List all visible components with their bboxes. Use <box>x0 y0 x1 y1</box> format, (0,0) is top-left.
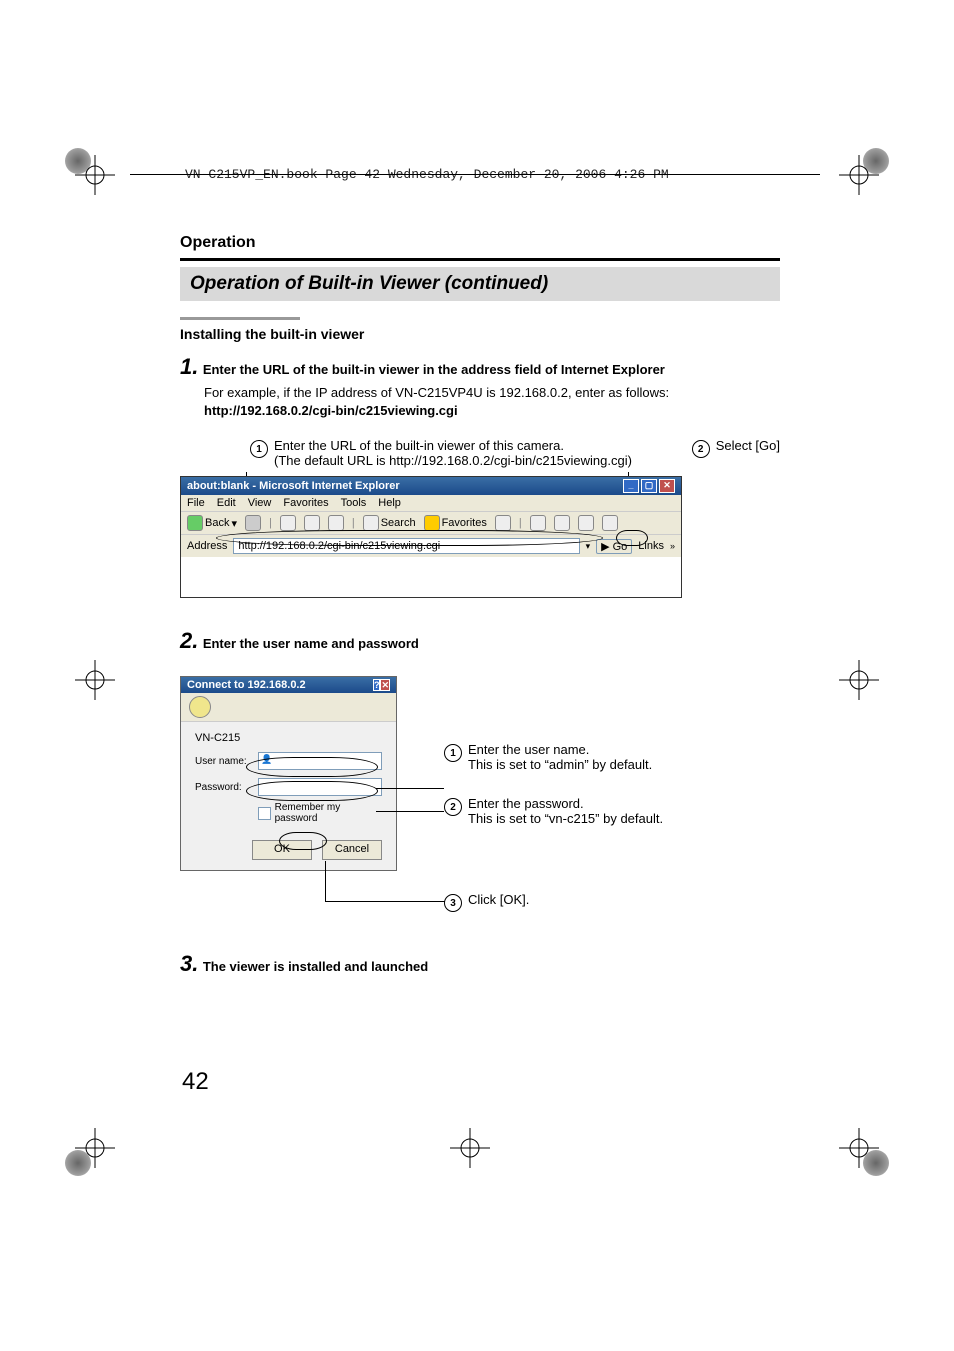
discuss-icon[interactable] <box>602 515 618 531</box>
crop-mark <box>839 1128 879 1168</box>
step-3: 3. The viewer is installed and launched <box>180 951 780 977</box>
dialog-banner <box>181 693 396 722</box>
step-number: 1. <box>180 354 198 379</box>
step-body-text: For example, if the IP address of VN-C21… <box>204 385 669 400</box>
menu-edit[interactable]: Edit <box>217 497 236 509</box>
edit-icon[interactable] <box>578 515 594 531</box>
horizontal-rule <box>180 258 780 261</box>
login-dialog-screenshot: Connect to 192.168.0.2 ?✕ VN-C215 User n… <box>180 676 397 871</box>
step-1: 1. Enter the URL of the built-in viewer … <box>180 354 780 598</box>
favorites-button[interactable]: Favorites <box>424 515 487 531</box>
annot-2-line2: This is set to “vn-c215” by default. <box>468 811 663 826</box>
callout-number-2: 2 <box>444 798 462 816</box>
step-title: Enter the URL of the built-in viewer in … <box>203 362 665 377</box>
annot-2-line1: Enter the password. <box>468 796 584 811</box>
section-title-box: Operation of Built-in Viewer (continued) <box>180 267 780 301</box>
callout-number-2: 2 <box>692 440 710 458</box>
step-title: Enter the user name and password <box>203 636 419 651</box>
page-number: 42 <box>182 1068 209 1096</box>
header-rule <box>130 174 820 175</box>
leader-line <box>376 811 444 812</box>
section-title: Operation of Built-in Viewer (continued) <box>190 273 548 294</box>
annot-3-text: Click [OK]. <box>468 892 529 907</box>
example-url: http://192.168.0.2/cgi-bin/c215viewing.c… <box>204 403 458 418</box>
address-label: Address <box>187 540 227 552</box>
subsection-title: Installing the built-in viewer <box>180 326 780 342</box>
crop-mark <box>75 1128 115 1168</box>
step-number: 2. <box>180 628 198 653</box>
callout-1-line2: (The default URL is http://192.168.0.2/c… <box>274 453 632 468</box>
close-icon[interactable]: ✕ <box>380 679 390 691</box>
step-2: 2. Enter the user name and password Conn… <box>180 628 780 871</box>
menu-favorites[interactable]: Favorites <box>283 497 328 509</box>
crop-mark <box>839 660 879 700</box>
callout-number-1: 1 <box>250 440 268 458</box>
browser-screenshot: about:blank - Microsoft Internet Explore… <box>180 476 682 598</box>
mail-icon[interactable] <box>530 515 546 531</box>
annot-1-line2: This is set to “admin” by default. <box>468 757 652 772</box>
stop-icon[interactable] <box>280 515 296 531</box>
go-button[interactable]: ▶ Go <box>596 539 632 554</box>
star-icon <box>424 515 440 531</box>
annot-1-line1: Enter the user name. <box>468 742 589 757</box>
minimize-icon[interactable]: _ <box>623 479 639 493</box>
browser-address-bar: Address http://192.168.0.2/cgi-bin/c215v… <box>181 535 681 557</box>
menu-view[interactable]: View <box>248 497 272 509</box>
leader-line <box>376 788 444 789</box>
remember-label: Remember my password <box>275 802 382 824</box>
browser-menubar: File Edit View Favorites Tools Help <box>181 495 681 512</box>
back-button[interactable]: Back ▾ <box>187 515 237 531</box>
username-input[interactable]: 👤 <box>258 752 382 770</box>
dialog-titlebar: Connect to 192.168.0.2 ?✕ <box>181 677 396 693</box>
step-number: 3. <box>180 951 198 976</box>
browser-toolbar: Back ▾ | | Search Favorites | <box>181 512 681 535</box>
ok-button[interactable]: OK <box>252 840 312 860</box>
cancel-button[interactable]: Cancel <box>322 840 382 860</box>
leader-line <box>325 861 326 901</box>
password-label: Password: <box>195 782 250 793</box>
subsection-rule <box>180 317 300 320</box>
browser-title-text: about:blank - Microsoft Internet Explore… <box>187 480 400 492</box>
remember-checkbox[interactable] <box>258 807 271 820</box>
keys-icon <box>189 696 211 718</box>
close-icon[interactable]: ✕ <box>659 479 675 493</box>
section-label: Operation <box>180 234 780 252</box>
crop-mark <box>450 1128 490 1168</box>
browser-titlebar: about:blank - Microsoft Internet Explore… <box>181 477 681 495</box>
history-icon[interactable] <box>495 515 511 531</box>
refresh-icon[interactable] <box>304 515 320 531</box>
home-icon[interactable] <box>328 515 344 531</box>
crop-mark <box>75 660 115 700</box>
step-title: The viewer is installed and launched <box>203 959 428 974</box>
realm-label: VN-C215 <box>195 732 382 744</box>
menu-tools[interactable]: Tools <box>341 497 367 509</box>
back-icon <box>187 515 203 531</box>
forward-icon[interactable] <box>245 515 261 531</box>
search-icon <box>363 515 379 531</box>
callout-number-3: 3 <box>444 894 462 912</box>
callout-number-1: 1 <box>444 744 462 762</box>
username-label: User name: <box>195 756 250 767</box>
annotation-2: 2 Enter the password. This is set to “vn… <box>444 796 663 826</box>
dialog-title-text: Connect to 192.168.0.2 <box>187 679 306 691</box>
browser-viewport <box>181 557 681 597</box>
maximize-icon[interactable]: ▢ <box>641 479 657 493</box>
password-input[interactable] <box>258 778 382 796</box>
print-icon[interactable] <box>554 515 570 531</box>
address-input[interactable]: http://192.168.0.2/cgi-bin/c215viewing.c… <box>233 538 579 554</box>
menu-help[interactable]: Help <box>378 497 401 509</box>
links-label[interactable]: Links <box>638 540 664 552</box>
search-button[interactable]: Search <box>363 515 416 531</box>
annotation-1: 1 Enter the user name. This is set to “a… <box>444 742 652 772</box>
callout-1-line1: Enter the URL of the built-in viewer of … <box>274 438 564 453</box>
callout-2-text: Select [Go] <box>716 438 780 458</box>
leader-line <box>325 901 445 902</box>
annotation-3: 3 Click [OK]. <box>444 892 529 912</box>
crop-mark <box>75 155 115 195</box>
menu-file[interactable]: File <box>187 497 205 509</box>
crop-mark <box>839 155 879 195</box>
